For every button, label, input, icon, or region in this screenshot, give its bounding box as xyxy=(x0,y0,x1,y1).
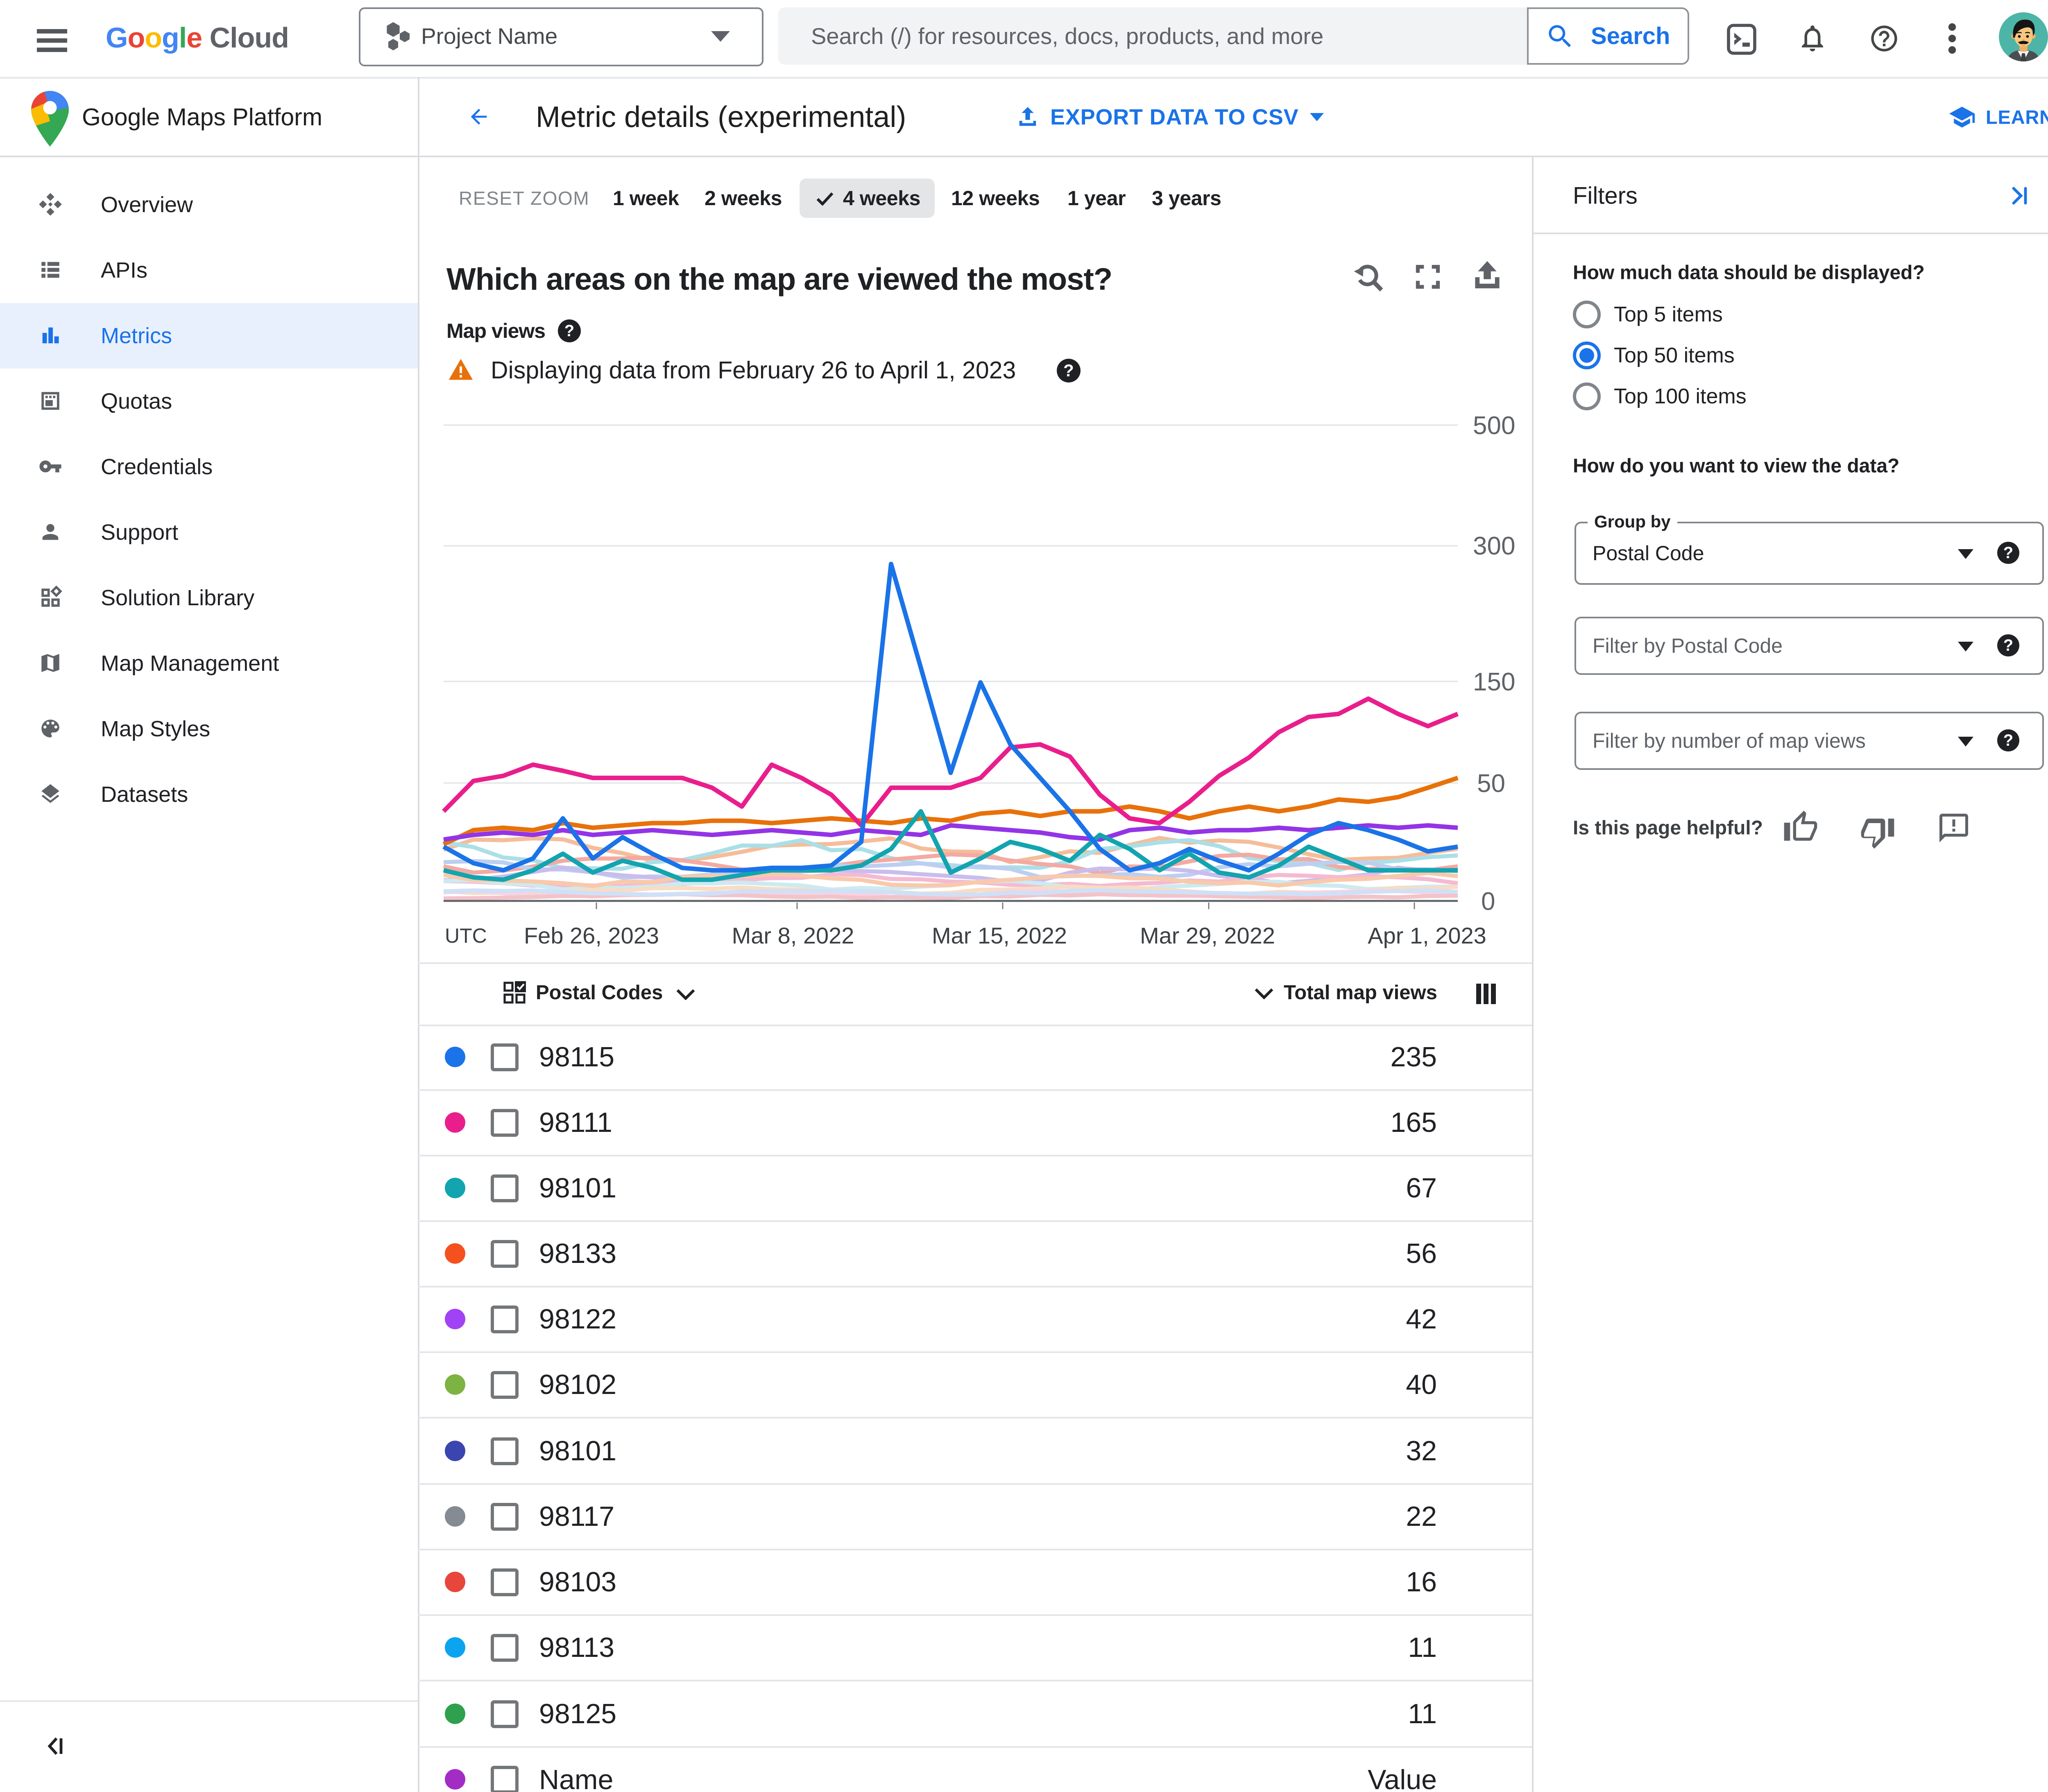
svg-text:Feb 26, 2023: Feb 26, 2023 xyxy=(524,923,659,948)
svg-text:500: 500 xyxy=(1473,412,1515,440)
svg-text:150: 150 xyxy=(1473,668,1515,696)
svg-text:0: 0 xyxy=(1481,887,1495,916)
svg-text:Mar 8, 2022: Mar 8, 2022 xyxy=(732,923,854,948)
svg-text:50: 50 xyxy=(1477,769,1505,798)
svg-text:Apr 1, 2023: Apr 1, 2023 xyxy=(1368,923,1486,948)
svg-text:300: 300 xyxy=(1473,532,1515,560)
svg-text:UTC: UTC xyxy=(445,924,487,947)
svg-text:Mar 29, 2022: Mar 29, 2022 xyxy=(1140,923,1275,948)
svg-text:Mar 15, 2022: Mar 15, 2022 xyxy=(932,923,1067,948)
